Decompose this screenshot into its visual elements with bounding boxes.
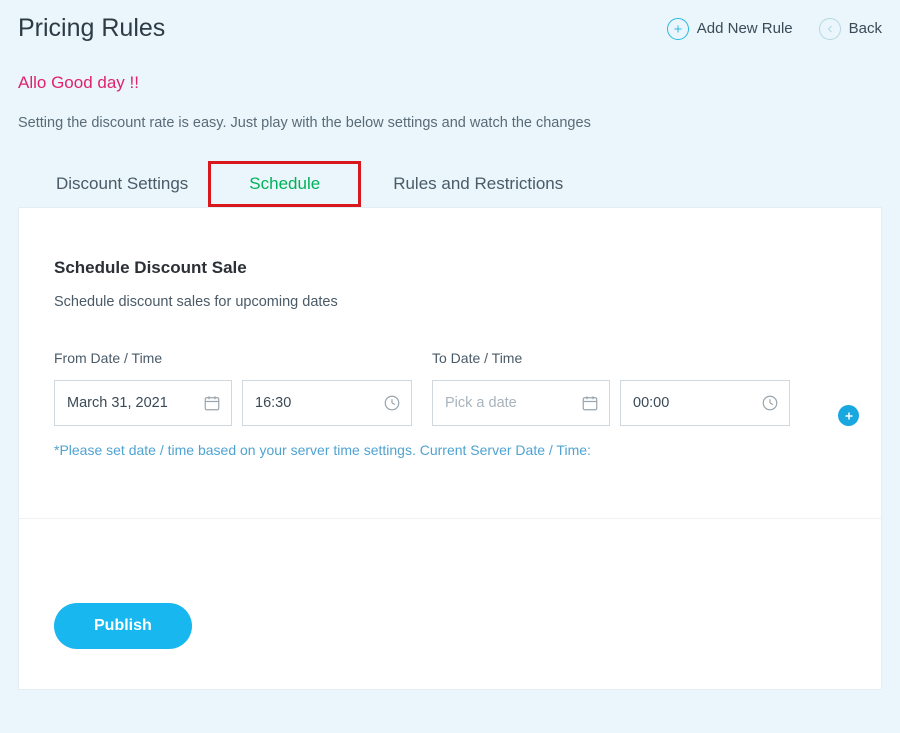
header-actions: Add New Rule Back [667, 18, 882, 40]
card-desc: Schedule discount sales for upcoming dat… [54, 294, 846, 310]
to-time-input[interactable]: 00:00 [620, 380, 790, 426]
greeting-text: Allo Good day !! [18, 73, 882, 93]
tab-discount-settings[interactable]: Discount Settings [36, 164, 208, 204]
add-row-area [838, 405, 859, 426]
tab-schedule[interactable]: Schedule [208, 161, 361, 207]
to-date-label: To Date / Time [432, 350, 610, 366]
header-row: Pricing Rules Add New Rule Back [18, 10, 882, 63]
to-date-placeholder: Pick a date [445, 395, 517, 411]
to-date-group: To Date / Time Pick a date [432, 350, 610, 426]
page-title: Pricing Rules [18, 14, 165, 43]
to-time-group: 00:00 [620, 380, 790, 426]
card-title: Schedule Discount Sale [54, 258, 846, 278]
schedule-card: Schedule Discount Sale Schedule discount… [18, 207, 882, 690]
from-time-group: 16:30 [242, 380, 412, 426]
from-date-group: From Date / Time March 31, 2021 [54, 350, 232, 426]
back-label: Back [849, 20, 882, 37]
add-schedule-button[interactable] [838, 405, 859, 426]
publish-button[interactable]: Publish [54, 603, 192, 649]
calendar-icon [203, 394, 221, 412]
calendar-icon [581, 394, 599, 412]
back-button[interactable]: Back [819, 18, 882, 40]
plus-circle-icon [667, 18, 689, 40]
from-date-label: From Date / Time [54, 350, 232, 366]
from-date-input[interactable]: March 31, 2021 [54, 380, 232, 426]
clock-icon [383, 394, 401, 412]
from-time-input[interactable]: 16:30 [242, 380, 412, 426]
clock-icon [761, 394, 779, 412]
chevron-left-icon [819, 18, 841, 40]
from-time-value: 16:30 [255, 395, 291, 411]
to-date-input[interactable]: Pick a date [432, 380, 610, 426]
card-footer: Publish [54, 519, 846, 679]
add-new-rule-label: Add New Rule [697, 20, 793, 37]
from-date-value: March 31, 2021 [67, 395, 168, 411]
tab-rules-restrictions[interactable]: Rules and Restrictions [373, 164, 583, 204]
tabs: Discount Settings Schedule Rules and Res… [36, 161, 882, 207]
server-time-note: *Please set date / time based on your se… [54, 442, 846, 458]
subtitle-text: Setting the discount rate is easy. Just … [18, 115, 882, 131]
to-time-value: 00:00 [633, 395, 669, 411]
fields-row: From Date / Time March 31, 2021 16:30 [54, 350, 846, 426]
add-new-rule-button[interactable]: Add New Rule [667, 18, 793, 40]
